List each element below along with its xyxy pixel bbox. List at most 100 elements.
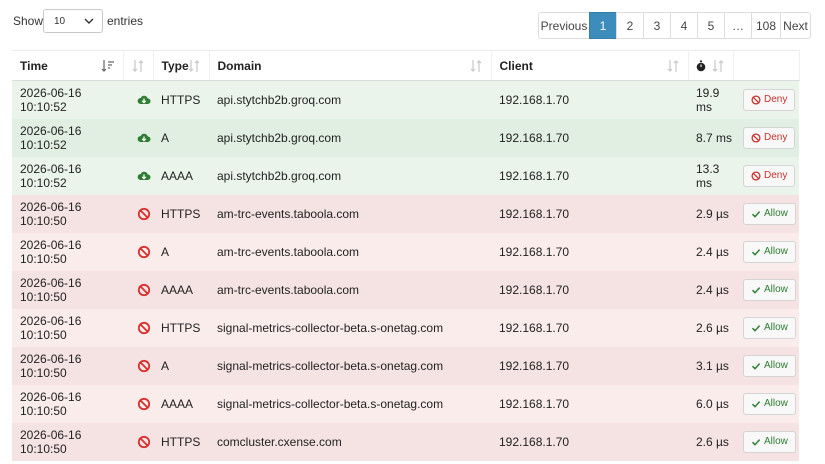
allow-button[interactable]: Allow [743,240,796,263]
page-button-5[interactable]: 5 [697,12,725,39]
page-button-108[interactable]: 108 [751,12,781,39]
column-header-duration[interactable] [688,50,734,81]
cell-domain: signal-metrics-collector-beta.s-onetag.c… [209,384,491,423]
ban-icon [751,170,761,181]
cell-domain: api.stytchb2b.groq.com [209,156,491,195]
check-icon [751,210,761,218]
cell-status [123,346,153,385]
cell-duration: 19.9 ms [688,80,733,119]
cell-duration: 2.6 µs [688,308,733,347]
cell-action: Allow [733,194,799,233]
cell-time: 2026-06-16 10:10:50 [12,194,123,233]
cell-type: HTTPS [153,308,209,347]
page-button-1[interactable]: 1 [589,12,617,39]
cell-domain: api.stytchb2b.groq.com [209,118,491,157]
page-button-2[interactable]: 2 [616,12,644,39]
table-row: 2026-06-16 10:10:50 HTTPS comcluster.cxens… [12,422,799,461]
cell-time: 2026-06-16 10:10:50 [12,308,123,347]
table-row: 2026-06-16 10:10:52 HTTPS api.stytchb2b.gr… [12,80,799,119]
cell-status [123,194,153,233]
cell-time: 2026-06-16 10:10:50 [12,422,123,461]
cell-status [123,422,153,461]
cell-client: 192.168.1.70 [491,118,688,157]
allow-button[interactable]: Allow [743,430,796,453]
allow-button-label: Allow [764,436,788,447]
page-ellipsis: … [724,12,752,39]
allow-button[interactable]: Allow [743,202,796,225]
cell-action: Deny [733,118,799,157]
cell-type: AAAA [153,270,209,309]
cell-client: 192.168.1.70 [491,384,688,423]
cell-domain: signal-metrics-collector-beta.s-onetag.c… [209,308,491,347]
cell-status [123,156,153,195]
table-row: 2026-06-16 10:10:52 Aapi.stytchb2b.groq.c… [12,118,799,157]
cell-type: A [153,346,209,385]
allow-button[interactable]: Allow [743,316,796,339]
cell-type: AAAA [153,156,209,195]
check-icon [751,286,761,294]
column-header-domain[interactable]: Domain [209,50,492,81]
ban-icon [137,321,151,334]
cloud-download-icon [137,133,151,142]
cell-status [123,232,153,271]
cell-action: Allow [733,346,799,385]
allow-button[interactable]: Allow [743,354,796,377]
cell-action: Allow [733,270,799,309]
cell-time: 2026-06-16 10:10:50 [12,270,123,309]
cell-duration: 6.0 µs [688,384,733,423]
table-header-row: Time Type Domain Client [12,50,800,81]
ban-icon [137,207,151,220]
cell-time: 2026-06-16 10:10:52 [12,118,123,157]
ban-icon [137,283,151,296]
cell-action: Allow [733,308,799,347]
cell-status [123,118,153,157]
table-controls: Show 10 entries Previous 1 2 3 4 5 … 108… [0,0,825,46]
cell-status [123,384,153,423]
allow-button[interactable]: Allow [743,278,796,301]
previous-page-button[interactable]: Previous [538,12,590,39]
deny-button[interactable]: Deny [743,164,796,187]
chevron-down-icon [84,18,94,24]
check-icon [751,362,761,370]
deny-button-label: Deny [764,94,788,106]
cell-type: HTTPS [153,422,209,461]
column-header-type[interactable]: Type [153,50,210,81]
column-header-type-label: Type [161,58,189,73]
deny-button-label: Deny [764,170,788,181]
deny-button-label: Deny [764,132,788,143]
next-page-button[interactable]: Next [780,12,811,39]
table-row: 2026-06-16 10:10:50 AAAA signal-metrics-co… [12,384,799,423]
table-row: 2026-06-16 10:10:50 Aam-trc-events.tabool… [12,232,799,271]
cell-client: 192.168.1.70 [491,422,688,461]
cell-client: 192.168.1.70 [491,80,688,119]
deny-button[interactable]: Deny [743,126,796,149]
sort-icon [188,60,199,72]
cell-time: 2026-06-16 10:10:52 [12,156,123,195]
cell-domain: comcluster.cxense.com [209,422,491,461]
cell-domain: am-trc-events.taboola.com [209,232,491,271]
cell-type: HTTPS [153,80,209,119]
page-button-4[interactable]: 4 [670,12,698,39]
cell-action: Deny [733,80,799,119]
cell-client: 192.168.1.70 [491,156,688,195]
cell-duration: 2.4 µs [688,270,733,309]
stopwatch-icon [696,60,705,72]
page-button-3[interactable]: 3 [643,12,671,39]
ban-icon [137,359,151,372]
cell-duration: 8.7 ms [688,118,733,157]
column-header-client[interactable]: Client [491,50,689,81]
deny-button[interactable]: Deny [743,88,796,111]
table-row: 2026-06-16 10:10:50 HTTPS am-trc-events.ta… [12,194,799,233]
check-icon [751,400,761,408]
cell-domain: am-trc-events.taboola.com [209,270,491,309]
entries-per-page-select[interactable]: 10 [43,9,103,33]
cell-time: 2026-06-16 10:10:52 [12,80,123,119]
cell-client: 192.168.1.70 [491,308,688,347]
allow-button[interactable]: Allow [743,392,796,415]
cell-type: HTTPS [153,194,209,233]
sort-icon [132,60,143,72]
sort-icon [712,60,723,72]
cell-type: A [153,118,209,157]
column-header-status[interactable] [123,50,154,81]
column-header-time[interactable]: Time [12,50,124,81]
